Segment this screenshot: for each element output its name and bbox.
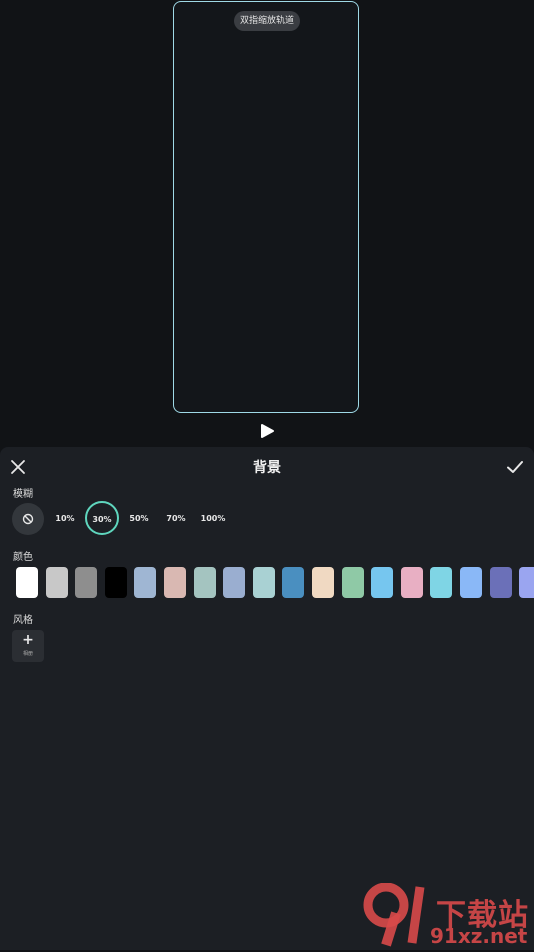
color-swatch[interactable] xyxy=(460,567,482,598)
blur-option-30[interactable]: 30% xyxy=(85,501,119,535)
color-swatch[interactable] xyxy=(341,567,364,598)
blur-option-70[interactable]: 70% xyxy=(160,503,192,535)
color-swatch[interactable] xyxy=(193,567,216,598)
play-icon[interactable] xyxy=(259,423,275,439)
blur-label: 模糊 xyxy=(13,489,33,500)
watermark-url: 91xz.net xyxy=(430,924,528,948)
color-swatch[interactable] xyxy=(312,567,334,598)
no-blur-icon xyxy=(22,513,34,525)
plus-icon: + xyxy=(22,632,34,648)
color-swatch[interactable] xyxy=(282,567,305,598)
blur-option-50[interactable]: 50% xyxy=(123,503,155,535)
blur-none-button[interactable] xyxy=(12,503,44,535)
blur-options: 10% 30% 50% 70% 100% xyxy=(12,501,532,537)
confirm-icon[interactable] xyxy=(506,458,524,476)
color-swatch[interactable] xyxy=(16,567,38,598)
color-label: 颜色 xyxy=(13,552,33,563)
color-swatches xyxy=(16,567,534,599)
color-swatch[interactable] xyxy=(252,567,275,598)
panel-title: 背景 xyxy=(253,460,281,476)
color-swatch[interactable] xyxy=(371,567,394,598)
color-swatch[interactable] xyxy=(223,567,246,598)
add-style-label: 相册 xyxy=(22,651,33,657)
color-swatch[interactable] xyxy=(430,567,453,598)
background-panel: 背景 模糊 10% 30% 50% 70% 100% 颜色 风格 + 相册 xyxy=(0,447,534,950)
color-swatch[interactable] xyxy=(134,567,157,598)
color-swatch[interactable] xyxy=(75,567,98,598)
preview-frame[interactable] xyxy=(173,1,359,413)
add-style-button[interactable]: + 相册 xyxy=(12,630,44,662)
color-swatch[interactable] xyxy=(164,567,186,598)
watermark-logo xyxy=(360,882,440,948)
color-swatch[interactable] xyxy=(519,567,534,598)
blur-option-10[interactable]: 10% xyxy=(49,503,81,535)
blur-option-100[interactable]: 100% xyxy=(197,503,229,535)
color-swatch[interactable] xyxy=(400,567,423,598)
color-swatch[interactable] xyxy=(489,567,512,598)
color-swatch[interactable] xyxy=(45,567,68,598)
style-label: 风格 xyxy=(13,615,33,626)
color-swatch[interactable] xyxy=(104,567,127,598)
pinch-zoom-hint: 双指缩放轨道 xyxy=(234,11,300,31)
